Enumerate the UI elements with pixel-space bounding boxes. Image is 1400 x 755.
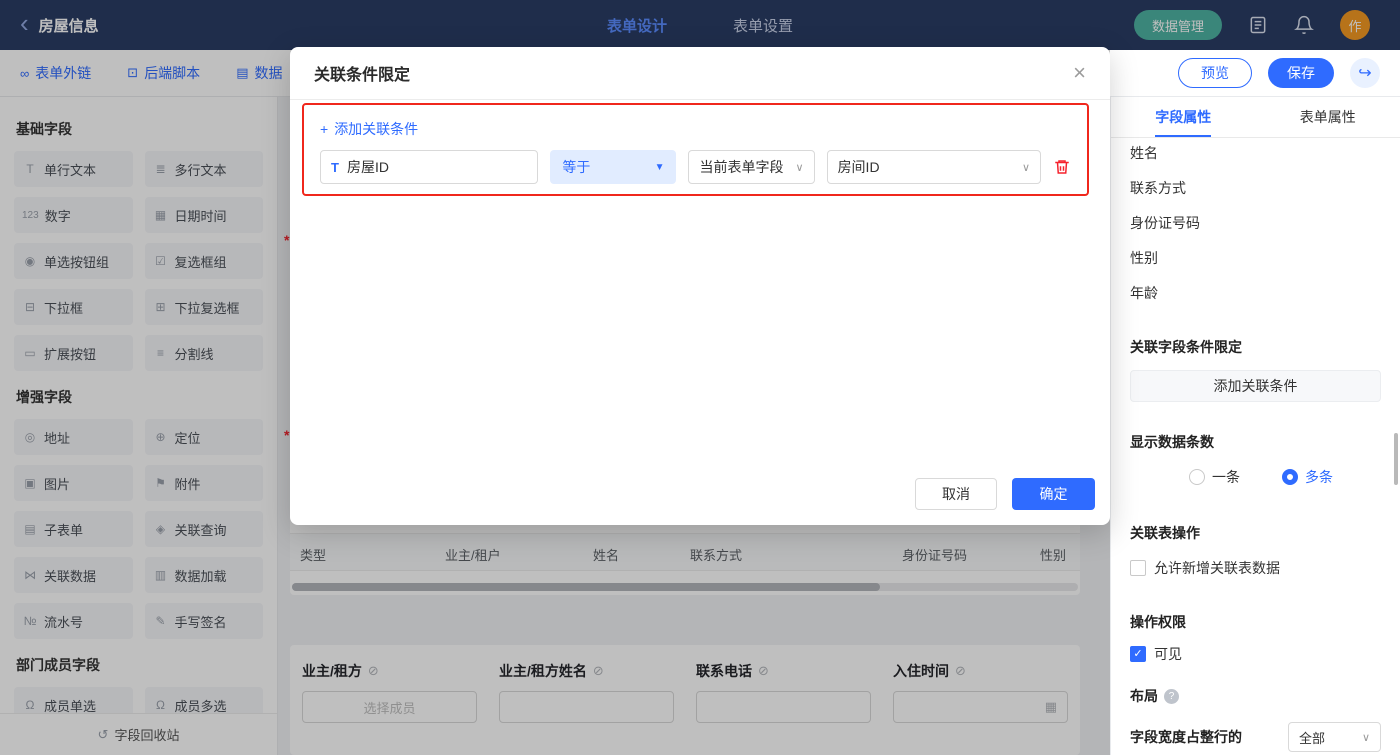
condition-row: T 房屋ID 等于 ▼ 当前表单字段 ∨ 房间ID ∨ — [320, 150, 1071, 184]
dropdown-arrow-icon: ▼ — [655, 162, 665, 173]
modal-overlay-top — [0, 0, 1400, 50]
chevron-down-icon: ∨ — [1022, 161, 1030, 174]
field-width-select[interactable]: 全部 ∨ — [1288, 722, 1381, 752]
add-condition-label: 添加关联条件 — [334, 119, 418, 139]
checkbox-label: 可见 — [1154, 644, 1182, 664]
section-title-table-ops: 关联表操作 — [1130, 523, 1381, 543]
save-button[interactable]: 保存 — [1268, 58, 1334, 88]
section-title-condition: 关联字段条件限定 — [1130, 337, 1381, 357]
confirm-button[interactable]: 确定 — [1012, 478, 1095, 510]
chevron-down-icon: ∨ — [796, 161, 804, 174]
chevron-down-icon: ∨ — [1362, 731, 1370, 744]
section-title-layout: 布局 ? — [1130, 686, 1381, 706]
tab-form-properties[interactable]: 表单属性 — [1256, 97, 1400, 137]
condition-restriction-modal: 关联条件限定 × + 添加关联条件 T 房屋ID 等于 ▼ 当前表单字段 ∨ — [290, 47, 1110, 525]
annotation-highlight-box: + 添加关联条件 T 房屋ID 等于 ▼ 当前表单字段 ∨ 房间ID — [302, 103, 1089, 196]
condition-operator-select[interactable]: 等于 ▼ — [550, 150, 676, 184]
add-condition-link[interactable]: + 添加关联条件 — [320, 119, 418, 139]
cancel-button[interactable]: 取消 — [915, 478, 997, 510]
checkbox-unchecked-icon — [1130, 560, 1146, 576]
radio-label: 一条 — [1212, 467, 1240, 487]
radio-one-record[interactable]: 一条 — [1189, 467, 1240, 487]
preview-button[interactable]: 预览 — [1178, 58, 1252, 88]
source-value: 当前表单字段 — [699, 157, 783, 177]
field-list-item[interactable]: 联系方式 — [1130, 171, 1381, 206]
select-value: 全部 — [1299, 728, 1325, 747]
delete-condition-button[interactable] — [1053, 158, 1071, 176]
field-width-row: 字段宽度占整行的 全部 ∨ — [1130, 722, 1381, 752]
checkbox-visible[interactable]: ✓ 可见 — [1130, 644, 1381, 664]
value-value: 房间ID — [838, 157, 880, 177]
modal-header: 关联条件限定 × — [290, 47, 1110, 100]
panel-tabs: 字段属性 表单属性 — [1111, 97, 1400, 138]
plus-icon: + — [320, 121, 328, 137]
radio-multiple-records[interactable]: 多条 — [1282, 467, 1333, 487]
condition-field-input[interactable]: T 房屋ID — [320, 150, 538, 184]
modal-title: 关联条件限定 — [314, 61, 410, 85]
field-list-item[interactable]: 身份证号码 — [1130, 206, 1381, 241]
radio-unchecked-icon — [1189, 469, 1205, 485]
add-condition-button[interactable]: 添加关联条件 — [1130, 370, 1381, 402]
operator-value: 等于 — [562, 157, 590, 177]
condition-source-select[interactable]: 当前表单字段 ∨ — [688, 150, 814, 184]
field-list-item[interactable]: 性别 — [1130, 241, 1381, 276]
tab-field-properties[interactable]: 字段属性 — [1111, 97, 1256, 137]
field-width-label: 字段宽度占整行的 — [1130, 727, 1242, 747]
display-count-options: 一条 多条 — [1130, 467, 1381, 487]
checkbox-allow-add-related[interactable]: 允许新增关联表数据 — [1130, 558, 1381, 578]
field-list-item[interactable]: 年龄 — [1130, 276, 1381, 311]
radio-label: 多条 — [1305, 467, 1333, 487]
modal-footer: 取消 确定 — [915, 478, 1095, 510]
close-icon[interactable]: × — [1073, 62, 1086, 84]
tab-label: 字段属性 — [1155, 107, 1211, 127]
section-title-display-count: 显示数据条数 — [1130, 432, 1381, 452]
display-field-list: 姓名 联系方式 身份证号码 性别 年龄 — [1130, 136, 1381, 311]
form-designer-screen: ‹ 房屋信息 表单设计 表单设置 数据管理 作 ∞ 表单外链 — [0, 0, 1400, 755]
share-icon[interactable]: ↪ — [1350, 58, 1380, 88]
text-field-type-icon: T — [331, 160, 339, 175]
radio-checked-icon — [1282, 469, 1298, 485]
checkbox-label: 允许新增关联表数据 — [1154, 558, 1280, 578]
help-icon[interactable]: ? — [1164, 689, 1179, 704]
panel-scrollbar-thumb[interactable] — [1394, 433, 1398, 485]
checkbox-checked-icon: ✓ — [1130, 646, 1146, 662]
toolbar-actions: 预览 保存 ↪ — [1178, 58, 1380, 88]
condition-value-select[interactable]: 房间ID ∨ — [827, 150, 1041, 184]
section-title-permissions: 操作权限 — [1130, 612, 1381, 632]
panel-body: 姓名 联系方式 身份证号码 性别 年龄 关联字段条件限定 添加关联条件 显示数据… — [1111, 136, 1400, 752]
field-list-item[interactable]: 姓名 — [1130, 136, 1381, 171]
properties-panel: 字段属性 表单属性 姓名 联系方式 身份证号码 性别 年龄 关联字段条件限定 添… — [1110, 97, 1400, 755]
condition-field-value: 房屋ID — [347, 157, 389, 177]
tab-label: 表单属性 — [1300, 107, 1356, 127]
